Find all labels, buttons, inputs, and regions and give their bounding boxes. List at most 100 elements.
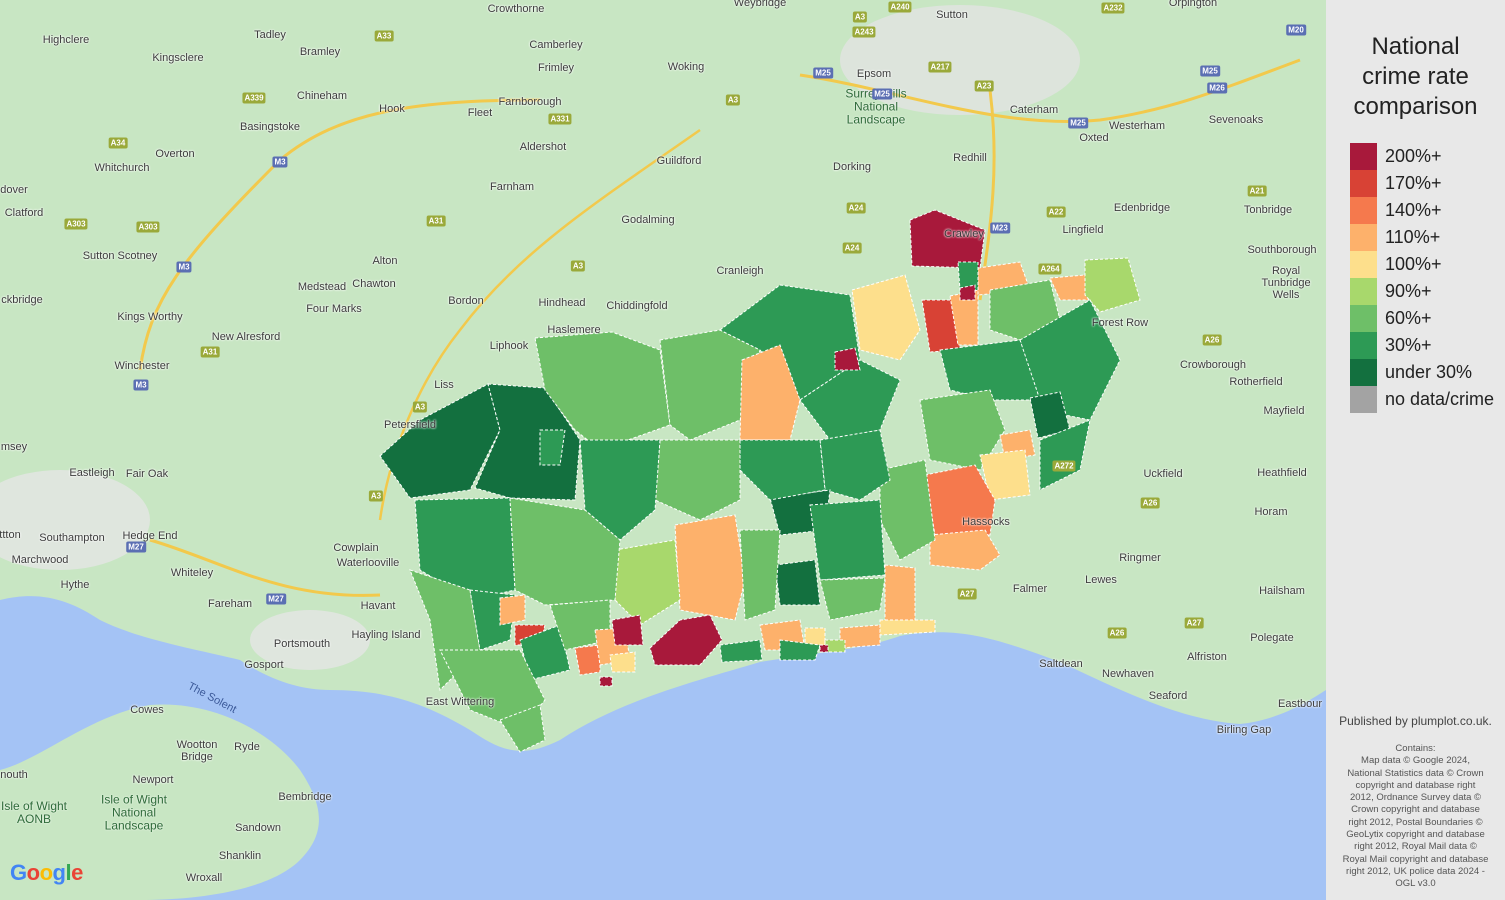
road-marker: A3 bbox=[852, 11, 868, 23]
legend-swatch bbox=[1350, 359, 1377, 386]
place-label: Polegate bbox=[1250, 632, 1294, 644]
legend-label: 60%+ bbox=[1385, 308, 1432, 328]
road-marker: M20 bbox=[1286, 24, 1306, 36]
road-marker: M27 bbox=[266, 593, 286, 605]
place-label: Guildford bbox=[656, 155, 702, 167]
place-label: Crowborough bbox=[1179, 359, 1247, 371]
place-label: Horam bbox=[1254, 506, 1288, 518]
place-label: Newhaven bbox=[1102, 668, 1154, 680]
region-200-bognor-s bbox=[599, 676, 613, 687]
legend-swatch bbox=[1350, 224, 1377, 251]
place-label: Cowplain bbox=[333, 542, 379, 554]
place-label: Wroxall bbox=[185, 872, 223, 884]
place-label: Heathfield bbox=[1257, 467, 1307, 479]
place-label: Lingfield bbox=[1062, 224, 1104, 236]
place-label: Hayling Island bbox=[351, 629, 421, 641]
place-label: Forest Row bbox=[1091, 317, 1149, 329]
place-label: Cowes bbox=[130, 704, 164, 716]
place-label: Orpington bbox=[1168, 0, 1218, 9]
place-label: Dorking bbox=[833, 161, 871, 173]
road-marker: M25 bbox=[813, 67, 833, 79]
place-label: Sutton Scotney bbox=[82, 250, 158, 262]
place-label: Bridge bbox=[181, 751, 213, 763]
place-label: Sandown bbox=[235, 822, 281, 834]
legend-label: 110%+ bbox=[1385, 227, 1441, 247]
place-label: Fair Oak bbox=[125, 468, 169, 480]
road-marker: A27 bbox=[1184, 617, 1204, 629]
attribution-line: Contains: bbox=[1395, 743, 1436, 754]
place-label: Hailsham bbox=[1259, 585, 1305, 597]
place-label: Sutton bbox=[936, 9, 968, 21]
place-label: Hook bbox=[379, 103, 405, 115]
place-label: Eastbour bbox=[1277, 698, 1323, 710]
region-110-shoreham bbox=[884, 564, 916, 626]
road-marker: A27 bbox=[957, 588, 977, 600]
region-140-bognor bbox=[574, 644, 601, 676]
place-label: Sevenoaks bbox=[1208, 114, 1264, 126]
place-label: Rotherfield bbox=[1229, 376, 1283, 388]
place-label: Tunbridge bbox=[1261, 277, 1311, 289]
legend-label: 100%+ bbox=[1385, 254, 1442, 274]
place-label: Farnborough bbox=[498, 96, 562, 108]
road-marker: M25 bbox=[872, 88, 892, 100]
place-label: Woking bbox=[667, 61, 705, 73]
region-under30-storrington bbox=[774, 559, 821, 606]
place-label: Uckfield bbox=[1143, 468, 1183, 480]
place-label: Eastleigh bbox=[69, 467, 115, 479]
road-marker: A217 bbox=[928, 61, 952, 73]
google-logo: Google bbox=[10, 860, 83, 885]
legend-label: no data/crime bbox=[1385, 389, 1495, 409]
place-label: nouth bbox=[0, 769, 28, 781]
place-label: Godalming bbox=[621, 214, 675, 226]
road-marker: A26 bbox=[1107, 627, 1127, 639]
place-label: Oxted bbox=[1079, 132, 1109, 144]
place-label: Kingsclere bbox=[152, 52, 204, 64]
region-60-findon bbox=[739, 529, 781, 621]
road-marker: M3 bbox=[176, 261, 192, 273]
place-label: Tadley bbox=[254, 29, 286, 41]
legend-label: 170%+ bbox=[1385, 173, 1442, 193]
place-label: Havant bbox=[360, 600, 396, 612]
place-label: Royal bbox=[1271, 265, 1301, 277]
region-200-worthing-s bbox=[819, 644, 829, 653]
road-marker: A26 bbox=[1202, 334, 1222, 346]
place-label: Bembridge bbox=[278, 791, 332, 803]
road-marker: A34 bbox=[108, 137, 128, 149]
place-label: Birling Gap bbox=[1216, 724, 1272, 736]
place-label: Alfriston bbox=[1187, 651, 1227, 663]
road-marker: A23 bbox=[974, 80, 994, 92]
region-110-arundel bbox=[674, 514, 746, 621]
road-marker: A3 bbox=[368, 490, 384, 502]
place-label: Hedge End bbox=[122, 530, 178, 542]
place-label: Liphook bbox=[489, 340, 529, 352]
place-label: Petersfield bbox=[384, 419, 436, 431]
legend-panel: National crime rate comparison 200%+ 170%… bbox=[1326, 0, 1505, 900]
place-label: Ryde bbox=[234, 741, 260, 753]
region-200-crawley-s bbox=[959, 284, 976, 301]
attribution-line: right 2012, UK police data 2024 - bbox=[1346, 865, 1485, 877]
legend-item: 200%+ bbox=[1350, 143, 1442, 170]
place-label: ckbridge bbox=[1, 294, 43, 306]
region-110-lancing bbox=[839, 624, 881, 649]
legend-item: 60%+ bbox=[1350, 305, 1432, 332]
legend-swatch bbox=[1350, 251, 1377, 278]
road-marker: A31 bbox=[426, 215, 446, 227]
road-marker: A272 bbox=[1052, 460, 1076, 472]
place-label: Falmer bbox=[1012, 583, 1048, 595]
place-label: Chawton bbox=[352, 278, 396, 290]
published-by: Published by plumplot.co.uk. bbox=[1339, 714, 1492, 728]
place-label: Redhill bbox=[953, 152, 987, 164]
place-label: Basingstoke bbox=[240, 121, 300, 133]
road-marker: A26 bbox=[1140, 497, 1160, 509]
legend-swatch bbox=[1350, 143, 1377, 170]
place-label: Seaford bbox=[1148, 690, 1188, 702]
place-label: Fareham bbox=[207, 598, 253, 610]
crime-rate-map[interactable]: Highclere Kingsclere Tadley Bramley Crowthor… bbox=[0, 0, 1326, 900]
attribution-line: Crown copyright and database bbox=[1351, 804, 1480, 816]
place-label: Winchester bbox=[114, 360, 170, 372]
place-label: New Alresford bbox=[211, 331, 281, 343]
place-label: Cranleigh bbox=[716, 265, 764, 277]
road-marker: M3 bbox=[272, 156, 288, 168]
road-marker: M3 bbox=[133, 379, 149, 391]
place-label: Mayfield bbox=[1263, 405, 1305, 417]
